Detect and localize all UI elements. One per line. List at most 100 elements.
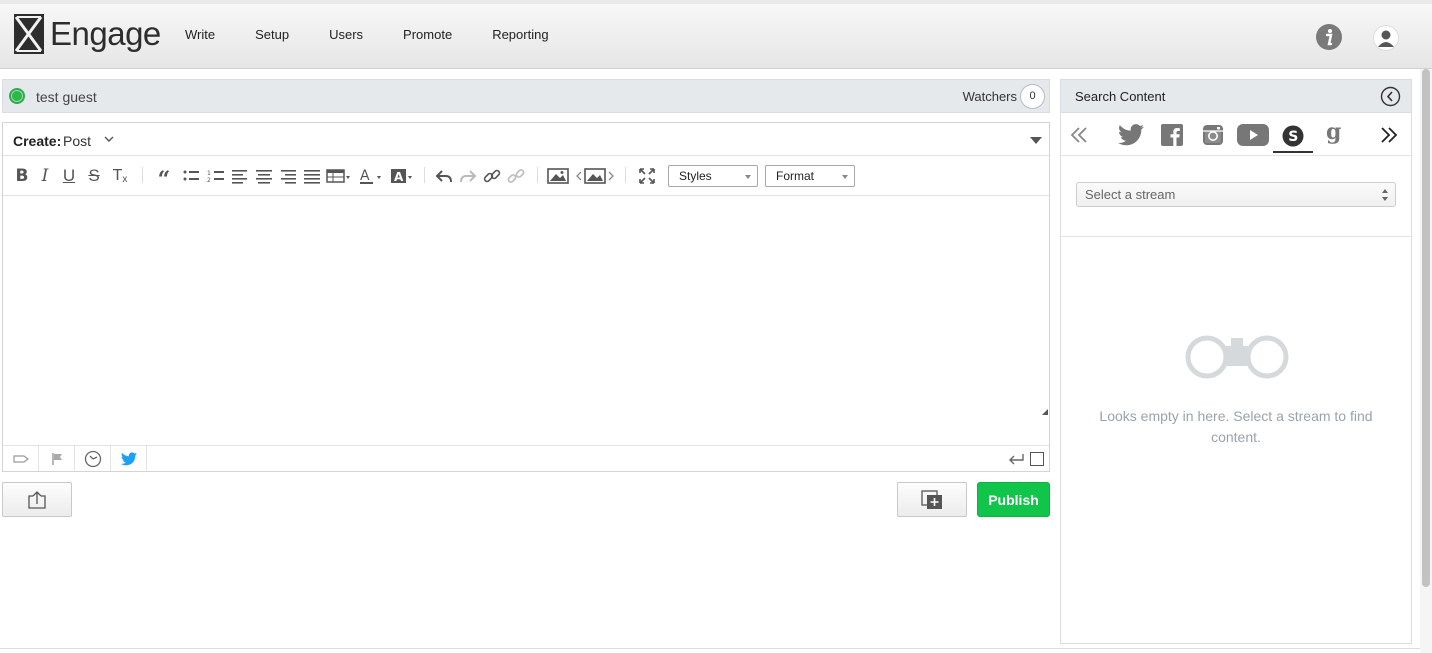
chevron-down-icon[interactable] — [103, 133, 115, 145]
editor-toolbar: B I U S Tx “ 1 2 A A Styles Format — [3, 156, 1049, 196]
undo-icon[interactable] — [434, 166, 454, 186]
strikethrough-icon[interactable]: S — [85, 166, 103, 186]
link-icon[interactable] — [482, 166, 502, 186]
clear-format-icon[interactable]: Tx — [109, 166, 131, 186]
nav-promote[interactable]: Promote — [403, 27, 452, 42]
twitter-share-button[interactable] — [111, 446, 147, 471]
fullscreen-icon[interactable] — [637, 166, 657, 186]
previous-sources-button[interactable] — [1061, 121, 1097, 149]
resize-grip-icon[interactable] — [1042, 409, 1048, 415]
bold-icon[interactable]: B — [13, 166, 31, 186]
create-type-row: Create: Post — [3, 123, 1049, 156]
svg-text:g: g — [1326, 123, 1341, 145]
italic-icon[interactable]: I — [37, 166, 53, 186]
toolbar-divider — [625, 167, 626, 183]
engage-logo[interactable]: Engage — [14, 14, 161, 54]
upload-button[interactable] — [2, 482, 72, 517]
toolbar-divider — [142, 167, 143, 183]
source-tab-scribblelive[interactable]: S — [1273, 121, 1313, 153]
clock-icon — [84, 450, 101, 467]
main-nav: Write Setup Users Promote Reporting — [185, 27, 589, 42]
unlink-icon — [507, 169, 525, 183]
add-copy-button[interactable] — [897, 482, 967, 517]
svg-text:S: S — [1288, 129, 1298, 145]
watchers-label: Watchers — [962, 89, 1017, 104]
flag-icon — [51, 452, 62, 465]
flag-button[interactable] — [39, 446, 75, 471]
nav-users[interactable]: Users — [329, 27, 363, 42]
top-header: Engage Write Setup Users Promote Reporti… — [0, 0, 1432, 69]
collapse-panel-icon[interactable] — [1380, 86, 1401, 107]
underline-icon[interactable]: U — [61, 166, 77, 186]
info-icon[interactable] — [1315, 23, 1343, 51]
svg-text:A: A — [360, 168, 370, 184]
twitter-icon — [1118, 124, 1144, 146]
tag-button[interactable] — [3, 446, 39, 471]
bullet-list-icon[interactable] — [181, 166, 201, 186]
toolbar-divider — [537, 167, 538, 183]
create-type-select[interactable]: Post — [63, 133, 91, 149]
g-icon: g — [1326, 123, 1341, 145]
publish-button[interactable]: Publish — [977, 482, 1050, 517]
empty-state-message: Looks empty in here. Select a stream to … — [1099, 408, 1373, 445]
numbered-list-icon[interactable]: 1 2 — [206, 166, 226, 186]
schedule-button[interactable] — [75, 446, 111, 471]
source-tab-instagram[interactable] — [1195, 121, 1231, 149]
styles-dropdown[interactable]: Styles — [668, 165, 758, 187]
format-dropdown-label: Format — [776, 169, 815, 183]
embed-media-icon[interactable] — [575, 166, 615, 186]
guest-bar: test guest Watchers 0 — [2, 79, 1050, 113]
editor-bottom-bar — [3, 445, 1049, 471]
stream-select[interactable]: Select a stream — [1076, 182, 1396, 207]
binoculars-icon — [1185, 335, 1289, 379]
redo-icon — [460, 170, 477, 183]
format-dropdown[interactable]: Format — [765, 165, 855, 187]
stream-select-placeholder: Select a stream — [1085, 187, 1176, 202]
align-center-icon[interactable] — [254, 166, 274, 186]
align-left-icon[interactable] — [230, 166, 250, 186]
select-arrows-icon — [1382, 189, 1388, 201]
toolbar-divider — [424, 167, 425, 183]
dropdown-arrow-icon — [842, 175, 848, 179]
align-justify-icon[interactable] — [302, 166, 322, 186]
facebook-icon — [1161, 124, 1183, 146]
svg-text:2: 2 — [207, 177, 211, 184]
double-chevron-right-icon — [1381, 127, 1398, 143]
text-color-icon[interactable]: A — [358, 166, 384, 186]
scrollbar-thumb[interactable] — [1422, 69, 1430, 587]
image-icon[interactable] — [547, 166, 569, 186]
post-editor: Create: Post B I U S Tx “ 1 2 A A Styles… — [2, 122, 1050, 472]
nav-write[interactable]: Write — [185, 27, 215, 42]
youtube-icon — [1237, 124, 1269, 146]
online-status-dot — [9, 88, 25, 104]
twitter-icon — [120, 451, 137, 465]
editor-content-area[interactable] — [3, 196, 1049, 445]
svg-text:A: A — [394, 170, 404, 184]
next-sources-button[interactable] — [1371, 121, 1407, 149]
background-color-icon[interactable]: A — [389, 166, 415, 186]
source-tab-twitter[interactable] — [1113, 121, 1149, 149]
caret-down-icon[interactable] — [1029, 135, 1043, 145]
source-tab-facebook[interactable] — [1154, 121, 1190, 149]
table-icon[interactable] — [326, 166, 352, 186]
user-icon[interactable] — [1373, 25, 1399, 51]
source-tab-youtube[interactable] — [1235, 121, 1271, 149]
logo-text: Engage — [50, 15, 161, 52]
scribblelive-icon: S — [1282, 125, 1304, 147]
styles-dropdown-label: Styles — [679, 169, 712, 183]
page-divider — [0, 648, 1420, 649]
upload-icon — [28, 490, 46, 509]
dropdown-arrow-icon — [745, 175, 751, 179]
nav-setup[interactable]: Setup — [255, 27, 289, 42]
align-right-icon[interactable] — [278, 166, 298, 186]
page-scrollbar[interactable] — [1420, 69, 1432, 653]
return-checkbox[interactable] — [1030, 452, 1044, 466]
guest-name: test guest — [36, 89, 97, 105]
nav-reporting[interactable]: Reporting — [492, 27, 548, 42]
stream-select-row: Select a stream — [1061, 156, 1411, 237]
search-content-panel: Search Content S g Select a stream Looks… — [1060, 79, 1412, 644]
watchers-count[interactable]: 0 — [1020, 84, 1045, 109]
blockquote-icon[interactable]: “ — [153, 166, 175, 193]
return-icon[interactable] — [1007, 452, 1025, 466]
source-tab-g[interactable]: g — [1315, 121, 1351, 149]
